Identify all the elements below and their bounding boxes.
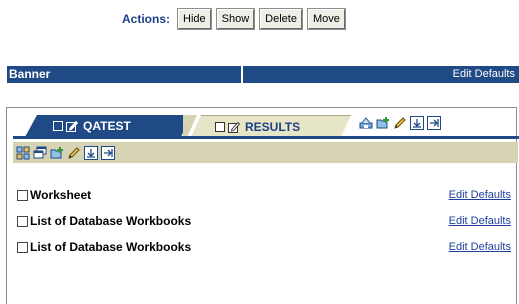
tab-underline (13, 136, 519, 139)
worksheet-list: Worksheet Edit Defaults List of Database… (17, 182, 515, 260)
banner-title: Banner (7, 66, 243, 83)
list-item: List of Database Workbooks Edit Defaults (17, 208, 515, 234)
show-button[interactable]: Show (215, 8, 256, 30)
list-item: List of Database Workbooks Edit Defaults (17, 234, 515, 260)
windows-icon[interactable] (33, 146, 47, 160)
pencil-icon (228, 121, 240, 133)
collapse-icon[interactable] (410, 116, 424, 130)
item-name: List of Database Workbooks (30, 240, 192, 254)
item-name: Worksheet (30, 188, 92, 202)
edit-defaults-link[interactable]: Edit Defaults (449, 215, 511, 227)
portlet-toolbar (13, 142, 518, 163)
tab-results-label: RESULTS (245, 119, 301, 134)
add-icon[interactable] (50, 146, 64, 160)
banner-edit-defaults-link[interactable]: Edit Defaults (243, 66, 519, 83)
expand-icon[interactable] (427, 116, 441, 130)
portlet-panel: RESULTS QATEST Worksheet Edit Defaults L… (6, 107, 519, 304)
banner-bar: Banner Edit Defaults (7, 66, 519, 83)
edit-defaults-link[interactable]: Edit Defaults (449, 241, 511, 253)
pencil-icon (66, 120, 78, 132)
tab-results[interactable]: RESULTS (191, 115, 351, 137)
edit-defaults-link[interactable]: Edit Defaults (449, 189, 511, 201)
customize-icon[interactable] (359, 116, 373, 130)
actions-bar: Actions: Hide Show Delete Move (122, 8, 346, 30)
tab-qatest-checkbox[interactable] (53, 121, 63, 131)
edit-icon[interactable] (393, 116, 407, 130)
actions-label: Actions: (122, 12, 170, 26)
tab-strip: RESULTS QATEST (13, 115, 519, 139)
expand-icon[interactable] (101, 145, 115, 160)
hide-button[interactable]: Hide (177, 8, 212, 30)
tab-tools (359, 116, 441, 130)
item-checkbox[interactable] (17, 189, 28, 201)
delete-button[interactable]: Delete (259, 8, 303, 30)
layout-icon[interactable] (16, 146, 30, 160)
collapse-icon[interactable] (84, 145, 98, 160)
tab-qatest-label: QATEST (83, 119, 131, 133)
add-folder-icon[interactable] (376, 116, 390, 130)
tab-qatest[interactable]: QATEST (25, 115, 191, 137)
edit-icon[interactable] (67, 146, 81, 160)
list-item: Worksheet Edit Defaults (17, 182, 515, 208)
item-checkbox[interactable] (17, 241, 28, 253)
item-checkbox[interactable] (17, 215, 28, 227)
tab-results-checkbox[interactable] (215, 122, 225, 132)
item-name: List of Database Workbooks (30, 214, 192, 228)
move-button[interactable]: Move (306, 8, 346, 30)
